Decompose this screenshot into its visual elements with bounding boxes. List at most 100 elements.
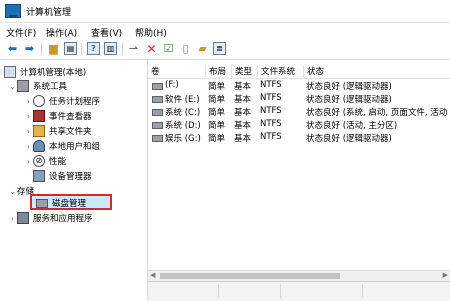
table-row[interactable]: 软件 (E:) 简单 基本 NTFS 状态良好 (逻辑驱动器)	[148, 93, 450, 105]
column-header-type[interactable]: 类型	[231, 65, 252, 77]
horizontal-scrollbar[interactable]: ◀ ▶	[148, 270, 450, 281]
cell-status: 状态良好 (逻辑驱动器)	[306, 95, 392, 105]
chevron-right-icon[interactable]: ›	[24, 142, 33, 151]
tree-item-services-apps[interactable]: › 服务和应用程序	[8, 212, 93, 224]
column-header-filesystem[interactable]: 文件系统	[257, 65, 295, 77]
cell-filesystem: NTFS	[260, 119, 282, 129]
tree-item-shared-folders[interactable]: › 共享文件夹	[24, 125, 92, 137]
drive-icon	[152, 135, 163, 142]
cell-type: 基本	[234, 108, 252, 118]
tree-label-disk-management: 磁盘管理	[52, 199, 87, 209]
tree-item-device-manager[interactable]: 设备管理器	[24, 170, 92, 182]
table-header: 卷 布局 类型 文件系统 状态	[148, 64, 450, 79]
delete-icon[interactable]: ✕	[145, 42, 158, 56]
menu-help[interactable]: 帮助(H)	[135, 26, 167, 39]
drive-icon	[152, 109, 163, 116]
cell-layout: 简单	[208, 108, 226, 118]
cell-volume: 系统 (D:)	[165, 121, 201, 131]
chevron-right-icon[interactable]: ›	[24, 112, 33, 121]
shared-folder-icon	[33, 125, 45, 137]
performance-icon: ⊘	[33, 155, 45, 167]
scroll-left-icon[interactable]: ◀	[150, 271, 155, 279]
drive-icon	[152, 83, 163, 90]
tree-item-disk-management[interactable]: 磁盘管理	[36, 197, 86, 209]
users-icon	[33, 140, 45, 152]
table-row[interactable]: 系统 (C:) 简单 基本 NTFS 状态良好 (系统, 启动, 页面文件, 活…	[148, 106, 450, 118]
cell-status: 状态良好 (逻辑驱动器)	[306, 82, 392, 92]
cell-filesystem: NTFS	[260, 106, 282, 116]
event-log-icon	[33, 110, 45, 122]
scrollbar-thumb[interactable]	[160, 273, 340, 279]
chevron-right-icon[interactable]: ›	[24, 127, 33, 136]
cell-filesystem: NTFS	[260, 80, 282, 90]
cell-volume: 娱乐 (G:)	[165, 134, 201, 144]
chevron-right-icon[interactable]: ›	[24, 97, 33, 106]
menu-view[interactable]: 查看(V)	[91, 26, 122, 39]
cell-volume: 软件 (E:)	[165, 95, 200, 105]
drive-icon	[152, 122, 163, 129]
tree-root[interactable]: 计算机管理(本地)	[4, 66, 86, 78]
menu-file[interactable]: 文件(F)	[6, 26, 36, 39]
tree-label-services-apps: 服务和应用程序	[33, 214, 93, 224]
folder-icon[interactable]: ▰	[196, 42, 209, 55]
tree-label-shared-folders: 共享文件夹	[49, 127, 92, 137]
column-header-layout[interactable]: 布局	[205, 65, 226, 77]
folder-up-icon[interactable]: ▆	[47, 42, 60, 55]
menu-bar: 文件(F) 操作(A) 查看(V) 帮助(H)	[0, 23, 450, 39]
cell-volume: (F:)	[165, 80, 179, 90]
show-hide-tree-icon[interactable]: ▤	[64, 42, 77, 55]
document-icon[interactable]: ▯	[179, 42, 192, 55]
tree-label-root: 计算机管理(本地)	[20, 68, 87, 78]
clock-icon	[33, 95, 45, 107]
tree-label-local-users: 本地用户和组	[49, 142, 101, 152]
tree-item-performance[interactable]: › ⊘ 性能	[24, 155, 66, 167]
disk-segment[interactable]	[220, 284, 281, 299]
cell-filesystem: NTFS	[260, 93, 282, 103]
disk-icon	[36, 198, 48, 208]
tree-label-device-manager: 设备管理器	[49, 172, 92, 182]
list-view-icon[interactable]: ≣	[213, 42, 226, 55]
cell-status: 状态良好 (逻辑驱动器)	[306, 134, 392, 144]
table-row[interactable]: 娱乐 (G:) 简单 基本 NTFS 状态良好 (逻辑驱动器)	[148, 132, 450, 144]
title-bar: 计算机管理	[0, 0, 450, 23]
cell-layout: 简单	[208, 95, 226, 105]
tree-item-event-viewer[interactable]: › 事件查看器	[24, 110, 92, 122]
tree-label-performance: 性能	[49, 157, 67, 167]
check-icon[interactable]: ☑	[162, 42, 175, 55]
properties-icon[interactable]: ▥	[104, 42, 117, 55]
cell-type: 基本	[234, 134, 252, 144]
scroll-right-icon[interactable]: ▶	[443, 271, 448, 279]
cell-layout: 简单	[208, 134, 226, 144]
cell-status: 状态良好 (系统, 启动, 页面文件, 活动	[306, 108, 448, 118]
toolbar-separator	[122, 43, 123, 55]
column-header-status[interactable]: 状态	[303, 65, 324, 77]
back-arrow-icon[interactable]: ⬅	[6, 42, 19, 55]
disk-segment[interactable]	[282, 284, 363, 299]
cell-filesystem: NTFS	[260, 132, 282, 142]
tree-item-local-users[interactable]: › 本地用户和组	[24, 140, 100, 152]
chevron-down-icon[interactable]: ⌄	[8, 187, 17, 196]
chevron-right-icon[interactable]: ›	[24, 157, 33, 166]
navigation-tree: 计算机管理(本地) ⌄ 系统工具 › 任务计划程序 › 事件查看器 › 共享文件…	[0, 60, 148, 300]
cell-type: 基本	[234, 95, 252, 105]
menu-action[interactable]: 操作(A)	[46, 26, 77, 39]
tree-item-task-scheduler[interactable]: › 任务计划程序	[24, 95, 100, 107]
cell-type: 基本	[234, 121, 252, 131]
chevron-right-icon[interactable]: ›	[8, 214, 17, 223]
connect-icon[interactable]: ⇀	[127, 42, 140, 55]
cell-volume: 系统 (C:)	[165, 108, 201, 118]
tree-label-system-tools: 系统工具	[33, 82, 68, 92]
help-icon[interactable]: ?	[87, 42, 100, 55]
services-icon	[17, 212, 29, 224]
window-title: 计算机管理	[26, 8, 72, 18]
forward-arrow-icon[interactable]: ➡	[23, 42, 36, 55]
cell-layout: 简单	[208, 121, 226, 131]
toolbar: ⬅ ➡ ▆ ▤ ? ▥ ⇀ ✕ ☑ ▯ ▰ ≣	[0, 39, 450, 60]
column-header-volume[interactable]: 卷	[148, 65, 160, 77]
tree-item-system-tools[interactable]: ⌄ 系统工具	[8, 80, 67, 92]
table-row[interactable]: 系统 (D:) 简单 基本 NTFS 状态良好 (活动, 主分区)	[148, 119, 450, 131]
device-manager-icon	[33, 170, 45, 182]
table-row[interactable]: (F:) 简单 基本 NTFS 状态良好 (逻辑驱动器)	[148, 80, 450, 92]
disk-segment[interactable]	[148, 284, 219, 299]
chevron-down-icon[interactable]: ⌄	[8, 82, 17, 91]
